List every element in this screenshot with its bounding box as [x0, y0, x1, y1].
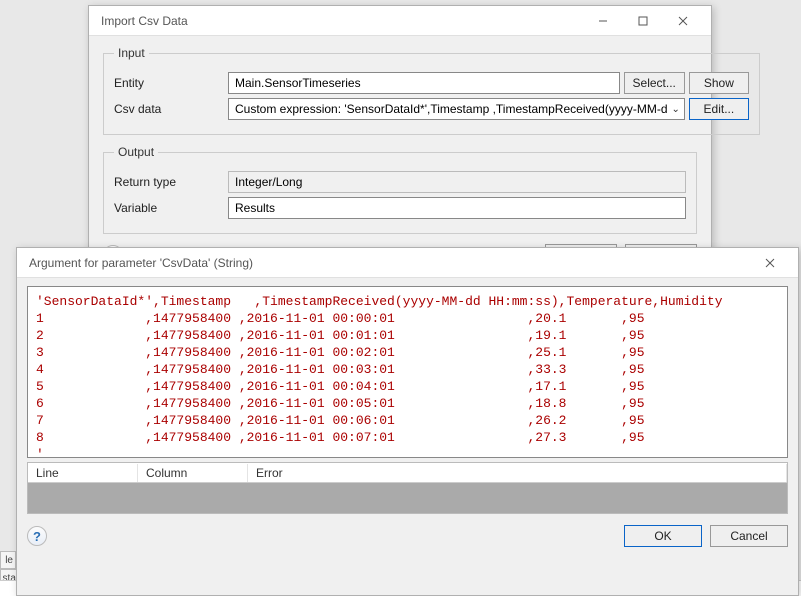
- close-button[interactable]: [663, 7, 703, 35]
- col-line[interactable]: Line: [28, 464, 138, 482]
- chevron-down-icon: ⌄: [668, 104, 680, 115]
- entity-field[interactable]: Main.SensorTimeseries: [228, 72, 620, 94]
- col-column[interactable]: Column: [138, 464, 248, 482]
- entity-label: Entity: [114, 76, 224, 90]
- error-table-header: Line Column Error: [28, 463, 787, 483]
- select-button[interactable]: Select...: [624, 72, 685, 94]
- dialog-title: Argument for parameter 'CsvData' (String…: [29, 256, 750, 270]
- csvdata-value: Custom expression: 'SensorDataId*',Times…: [235, 102, 668, 116]
- output-fieldset: Output Return type Integer/Long Variable…: [103, 145, 697, 234]
- titlebar: Argument for parameter 'CsvData' (String…: [17, 248, 798, 278]
- maximize-button[interactable]: [623, 7, 663, 35]
- rettype-label: Return type: [114, 175, 224, 189]
- ok-button[interactable]: OK: [624, 525, 702, 547]
- csvdata-argument-dialog: Argument for parameter 'CsvData' (String…: [16, 247, 799, 596]
- col-error[interactable]: Error: [248, 464, 787, 482]
- cancel-button[interactable]: Cancel: [710, 525, 788, 547]
- input-legend: Input: [114, 46, 149, 60]
- csv-textarea[interactable]: 'SensorDataId*',Timestamp ,TimestampRece…: [27, 286, 788, 458]
- error-table: Line Column Error: [27, 462, 788, 514]
- rettype-field: Integer/Long: [228, 171, 686, 193]
- csvdata-label: Csv data: [114, 102, 224, 116]
- titlebar: Import Csv Data: [89, 6, 711, 36]
- variable-label: Variable: [114, 201, 224, 215]
- minimize-button[interactable]: [583, 7, 623, 35]
- csvdata-combo[interactable]: Custom expression: 'SensorDataId*',Times…: [228, 98, 685, 120]
- edit-button[interactable]: Edit...: [689, 98, 749, 120]
- help-icon[interactable]: ?: [27, 526, 47, 546]
- show-button[interactable]: Show: [689, 72, 749, 94]
- bg-fragment-le: le: [0, 551, 16, 569]
- close-button[interactable]: [750, 249, 790, 277]
- dialog-title: Import Csv Data: [101, 14, 583, 28]
- variable-field[interactable]: Results: [228, 197, 686, 219]
- input-fieldset: Input Entity Main.SensorTimeseries Selec…: [103, 46, 760, 135]
- import-csv-dialog: Import Csv Data Input Entity Main.Sensor…: [88, 5, 712, 277]
- output-legend: Output: [114, 145, 158, 159]
